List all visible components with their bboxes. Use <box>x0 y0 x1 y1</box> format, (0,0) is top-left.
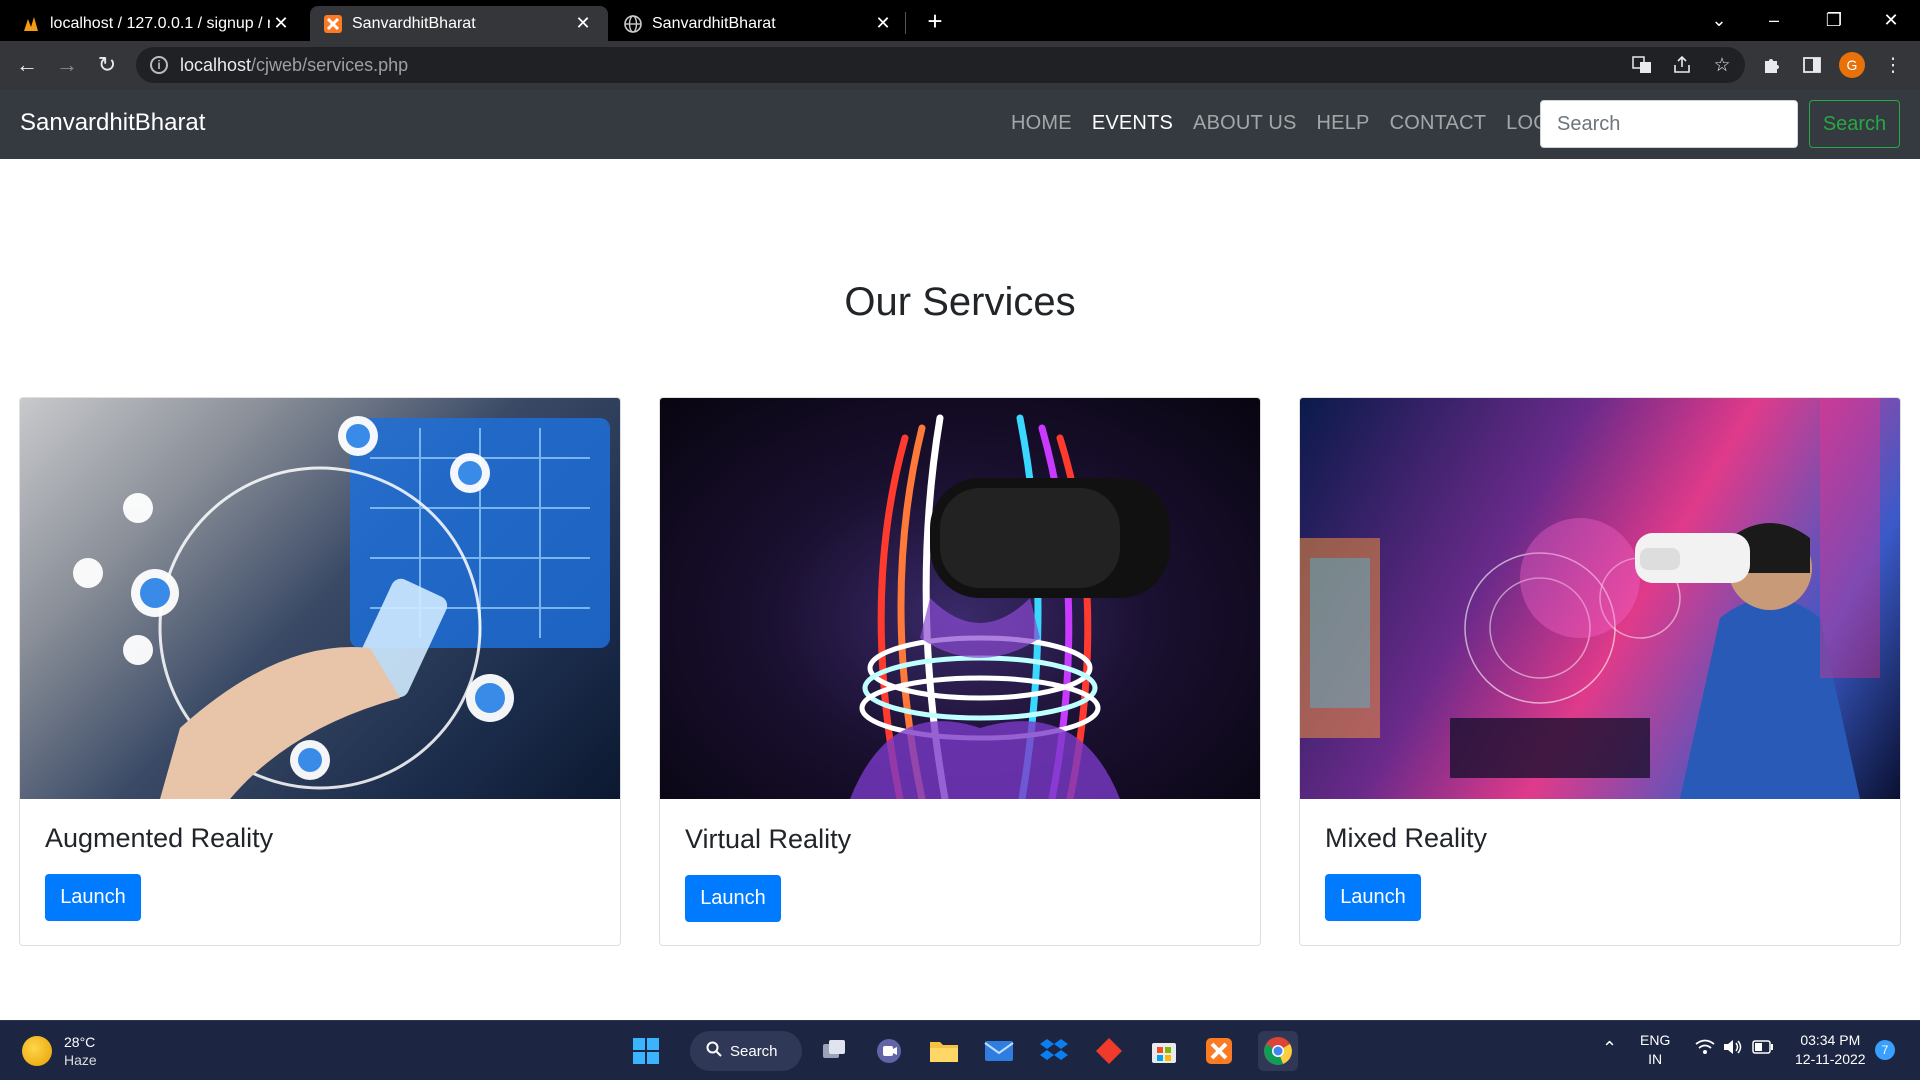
profile-avatar[interactable]: G <box>1839 52 1865 78</box>
launch-button-augmented-reality[interactable]: Launch <box>45 874 141 921</box>
teams-chat-icon[interactable] <box>873 1035 905 1067</box>
launch-button-mixed-reality[interactable]: Launch <box>1325 874 1421 921</box>
browser-address-bar: ← → ↻ i localhost/cjweb/services.php ☆ G… <box>0 41 1920 89</box>
input-language-indicator[interactable]: ENG IN <box>1640 1031 1670 1069</box>
taskbar-search-label: Search <box>730 1042 778 1060</box>
notification-badge[interactable]: 7 <box>1875 1040 1895 1060</box>
close-window-icon[interactable]: ✕ <box>1862 0 1920 41</box>
region-code: IN <box>1648 1051 1663 1067</box>
reload-icon[interactable]: ↻ <box>90 48 124 82</box>
share-icon[interactable] <box>1665 48 1699 82</box>
forward-arrow-icon[interactable]: → <box>50 48 84 82</box>
microsoft-store-icon[interactable] <box>1148 1035 1180 1067</box>
nav-events[interactable]: EVENTS <box>1092 112 1173 135</box>
virtual-reality-headset-neon-image <box>660 398 1260 799</box>
page-title: Our Services <box>844 280 1076 324</box>
phpmyadmin-icon <box>22 15 40 33</box>
windows-start-icon[interactable] <box>630 1035 662 1067</box>
url-path: /cjweb/services.php <box>251 54 409 75</box>
show-hidden-icons-chevron-icon[interactable]: ⌃ <box>1602 1039 1617 1058</box>
service-card-virtual-reality: Virtual Reality Launch <box>659 397 1261 946</box>
nav-links: HOME EVENTS ABOUT US HELP CONTACT LOGIN <box>1011 112 1589 135</box>
mixed-reality-headset-user-image <box>1300 398 1900 799</box>
tab-search-chevron-icon[interactable]: ⌄ <box>1690 0 1748 41</box>
language-code: ENG <box>1640 1032 1671 1048</box>
wifi-icon[interactable] <box>1695 1039 1715 1060</box>
bookmark-star-icon[interactable]: ☆ <box>1705 48 1739 82</box>
tab-title: localhost / 127.0.0.1 / signup / re <box>50 14 270 32</box>
service-card-augmented-reality: Augmented Reality Launch <box>19 397 621 946</box>
nav-help[interactable]: HELP <box>1317 112 1370 135</box>
tab-separator <box>905 12 906 34</box>
xampp-icon[interactable] <box>1203 1035 1235 1067</box>
globe-icon <box>624 14 642 33</box>
site-navbar: SanvardhitBharat HOME EVENTS ABOUT US HE… <box>0 89 1920 159</box>
tab-sanvardhitbharat-active[interactable]: SanvardhitBharat ✕ <box>310 6 608 41</box>
menu-kebab-icon[interactable]: ⋮ <box>1876 48 1910 82</box>
close-tab-icon[interactable]: ✕ <box>572 13 594 34</box>
battery-icon[interactable] <box>1752 1040 1774 1059</box>
side-panel-icon[interactable] <box>1795 48 1829 82</box>
card-title: Mixed Reality <box>1325 823 1488 853</box>
close-tab-icon[interactable]: ✕ <box>872 13 894 34</box>
tab-sanvardhitbharat[interactable]: SanvardhitBharat ✕ <box>610 6 908 41</box>
nav-home[interactable]: HOME <box>1011 112 1072 135</box>
new-tab-icon[interactable]: + <box>922 6 948 36</box>
translate-icon[interactable] <box>1625 48 1659 82</box>
minimize-icon[interactable]: – <box>1745 0 1803 41</box>
clock-date: 12-11-2022 <box>1795 1051 1866 1067</box>
taskbar-search-button[interactable]: Search <box>690 1031 802 1071</box>
close-tab-icon[interactable]: ✕ <box>270 13 292 34</box>
tab-phpmyadmin[interactable]: localhost / 127.0.0.1 / signup / re ✕ <box>8 6 306 41</box>
back-arrow-icon[interactable]: ← <box>10 48 44 82</box>
weather-haze-icon <box>22 1036 52 1066</box>
git-app-icon[interactable] <box>1093 1035 1125 1067</box>
browser-tab-strip: localhost / 127.0.0.1 / signup / re ✕ Sa… <box>0 0 1920 41</box>
site-search-input[interactable] <box>1540 100 1798 148</box>
site-info-icon[interactable]: i <box>150 56 168 74</box>
chrome-icon[interactable] <box>1258 1031 1298 1071</box>
site-brand[interactable]: SanvardhitBharat <box>20 109 205 137</box>
restore-icon[interactable]: ❐ <box>1805 0 1863 41</box>
windows-taskbar: 28°C Haze Search ⌃ ENG IN 03:34 PM 12-11… <box>0 1020 1920 1080</box>
card-title: Augmented Reality <box>45 823 274 853</box>
extensions-puzzle-icon[interactable] <box>1755 48 1789 82</box>
search-icon <box>706 1041 722 1061</box>
xampp-icon <box>324 14 342 33</box>
nav-contact[interactable]: CONTACT <box>1390 112 1487 135</box>
task-view-icon[interactable] <box>818 1035 850 1067</box>
card-title: Virtual Reality <box>685 824 852 854</box>
service-card-mixed-reality: Mixed Reality Launch <box>1299 397 1901 946</box>
nav-about-us[interactable]: ABOUT US <box>1193 112 1296 135</box>
tab-title: SanvardhitBharat <box>652 14 776 32</box>
augmented-reality-car-dashboard-image <box>20 398 620 799</box>
site-search-button[interactable]: Search <box>1809 100 1900 148</box>
launch-button-virtual-reality[interactable]: Launch <box>685 875 781 922</box>
tab-title: SanvardhitBharat <box>352 14 476 32</box>
clock-time: 03:34 PM <box>1800 1032 1861 1048</box>
weather-temperature: 28°C <box>64 1034 96 1050</box>
dropbox-icon[interactable] <box>1038 1035 1070 1067</box>
weather-widget[interactable]: 28°C Haze <box>22 1033 97 1069</box>
file-explorer-icon[interactable] <box>928 1035 960 1067</box>
clock[interactable]: 03:34 PM 12-11-2022 <box>1795 1031 1866 1069</box>
volume-icon[interactable] <box>1723 1039 1743 1060</box>
url-host: localhost <box>180 54 252 75</box>
url-omnibox[interactable]: i localhost/cjweb/services.php <box>136 47 1745 83</box>
weather-description: Haze <box>64 1052 97 1068</box>
mail-icon[interactable] <box>983 1035 1015 1067</box>
